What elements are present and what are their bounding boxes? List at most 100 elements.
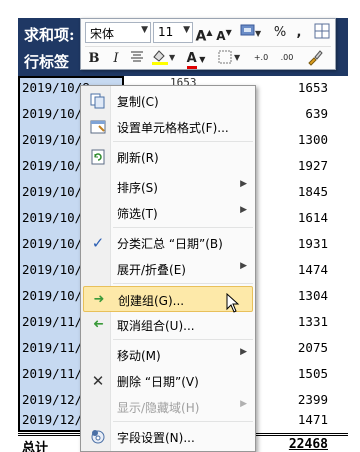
row-date-cell[interactable]: 2019/10/: [22, 184, 82, 199]
row-value-cell[interactable]: 1300: [258, 132, 328, 147]
menu-item-ungroup[interactable]: ➜ 取消组合(U)...: [83, 312, 253, 338]
row-value-cell[interactable]: 1653: [258, 80, 328, 95]
increase-decimal-button[interactable]: +.0: [249, 48, 273, 69]
menu-item-format-cells[interactable]: 设置单元格格式(F)...: [83, 114, 253, 140]
row-value-cell[interactable]: 2075: [258, 340, 328, 355]
shrink-font-button[interactable]: A▼: [215, 22, 233, 43]
font-name-dropdown[interactable]: 宋体 ▼: [85, 22, 151, 43]
format-painter-brush-button[interactable]: [303, 48, 327, 69]
row-date-cell[interactable]: 2019/10/: [22, 236, 82, 251]
mini-toolbar: 宋体 ▼ 11 ▼ A▲ A▼ ▼ % , B I ▼ A ▼ ▼ +.0 .0…: [80, 18, 336, 70]
menu-separator: [113, 141, 253, 142]
menu-item-copy[interactable]: 复制(C): [83, 88, 253, 114]
percent-button[interactable]: %: [271, 22, 289, 43]
row-date-cell[interactable]: 2019/11/: [22, 314, 82, 329]
row-date-cell[interactable]: 2019/12/: [22, 392, 82, 407]
comma-button[interactable]: ,: [291, 22, 307, 43]
row-value-cell[interactable]: 1505: [258, 366, 328, 381]
row-date-cell[interactable]: 2019/11/: [22, 340, 82, 355]
ungroup-arrow-icon: ➜: [92, 317, 104, 332]
delete-x-icon: ✕: [91, 372, 105, 390]
accounting-format-icon: ▼: [240, 24, 262, 38]
toolbar-divider: [85, 46, 331, 47]
decrease-decimal-button[interactable]: .00: [275, 48, 299, 69]
menu-separator: [113, 227, 253, 228]
svg-text:▼: ▼: [169, 53, 176, 62]
row-date-cell[interactable]: 2019/10/: [22, 106, 82, 121]
row-label-header[interactable]: 行标签: [24, 51, 69, 72]
submenu-arrow-icon: ▶: [240, 399, 247, 409]
center-align-button[interactable]: [127, 48, 147, 69]
menu-item-filter[interactable]: 筛选(T) ▶: [83, 200, 253, 226]
decrease-decimal-icon: .00: [280, 53, 294, 62]
row-date-cell[interactable]: 2019/11/: [22, 366, 82, 381]
borders-button[interactable]: ▼: [215, 48, 245, 69]
row-value-cell[interactable]: 1471: [258, 412, 328, 427]
row-value-cell[interactable]: 1845: [258, 184, 328, 199]
mouse-pointer-icon: [226, 293, 240, 313]
fill-color-button[interactable]: ▼: [149, 48, 179, 69]
menu-item-delete-date[interactable]: ✕ 删除 “日期”(V): [83, 368, 253, 394]
menu-item-label: 移动(M): [117, 349, 161, 363]
menu-item-label: 分类汇总 “日期”(B): [117, 237, 223, 251]
field-settings-icon: [89, 428, 107, 446]
menu-item-subtotal-date[interactable]: ✓ 分类汇总 “日期”(B): [83, 230, 253, 256]
row-date-cell[interactable]: 2019/10/: [22, 132, 82, 147]
refresh-icon: [89, 148, 107, 166]
row-value-cell[interactable]: 1331: [258, 314, 328, 329]
row-date-cell[interactable]: 2019/10/: [22, 288, 82, 303]
menu-item-label: 刷新(R): [117, 151, 159, 165]
submenu-arrow-icon: ▶: [240, 261, 247, 271]
menu-item-label: 创建组(G)...: [118, 294, 185, 308]
menu-separator: [113, 421, 253, 422]
accounting-format-button[interactable]: ▼: [237, 22, 267, 43]
total-label: 总计: [22, 441, 49, 452]
paintbrush-icon: [308, 50, 323, 66]
menu-item-label: 显示/隐藏域(H): [117, 401, 200, 415]
row-value-cell[interactable]: 639: [258, 106, 328, 121]
row-date-cell[interactable]: 2019/10/: [22, 210, 82, 225]
total-value: 22468: [288, 437, 328, 452]
menu-item-label: 删除 “日期”(V): [117, 375, 199, 389]
font-size-dropdown[interactable]: 11 ▼: [153, 22, 193, 43]
row-date-cell[interactable]: 2019/12/: [22, 412, 82, 427]
menu-item-move[interactable]: 移动(M) ▶: [83, 342, 253, 368]
sum-header[interactable]: 求和项:: [24, 24, 75, 45]
submenu-arrow-icon: ▶: [240, 205, 247, 215]
menu-item-label: 设置单元格格式(F)...: [117, 121, 229, 135]
chevron-down-icon: ▼: [141, 25, 148, 35]
row-date-cell[interactable]: 2019/10/: [22, 262, 82, 277]
increase-decimal-icon: +.0: [253, 53, 269, 62]
bold-button[interactable]: B: [85, 48, 103, 69]
menu-item-expand-collapse[interactable]: 展开/折叠(E) ▶: [83, 256, 253, 282]
grid-icon: [314, 23, 330, 39]
format-cells-icon: [89, 118, 107, 136]
menu-item-sort[interactable]: 排序(S) ▶: [83, 174, 253, 200]
menu-separator: [113, 339, 253, 340]
menu-item-refresh[interactable]: 刷新(R): [83, 144, 253, 170]
group-arrow-icon: ➜: [93, 292, 105, 307]
menu-item-label: 排序(S): [117, 181, 158, 195]
menu-item-label: 字段设置(N)...: [117, 431, 195, 445]
grow-font-icon: A: [195, 28, 207, 45]
row-value-cell[interactable]: 1474: [258, 262, 328, 277]
row-date-cell[interactable]: 2019/10/: [22, 158, 82, 173]
row-value-cell[interactable]: 1614: [258, 210, 328, 225]
row-value-cell[interactable]: 1927: [258, 158, 328, 173]
svg-text:▼: ▼: [234, 53, 241, 62]
menu-item-field-settings[interactable]: 字段设置(N)...: [83, 424, 253, 450]
grow-font-button[interactable]: A▲: [195, 22, 213, 45]
row-value-cell[interactable]: 2399: [258, 392, 328, 407]
italic-button[interactable]: I: [107, 48, 125, 69]
row-value-cell[interactable]: 1304: [258, 288, 328, 303]
font-size-value: 11: [158, 25, 174, 39]
menu-item-label: 展开/折叠(E): [117, 263, 186, 277]
paint-bucket-icon: ▼: [152, 50, 176, 65]
svg-text:▼: ▼: [255, 29, 262, 38]
font-color-button[interactable]: A ▼: [181, 48, 211, 69]
row-value-cell[interactable]: 1931: [258, 236, 328, 251]
menu-item-show-hide-fields: 显示/隐藏域(H) ▶: [83, 394, 253, 420]
menu-item-label: 筛选(T): [117, 207, 158, 221]
format-painter-button[interactable]: [311, 22, 333, 43]
border-icon: ▼: [218, 50, 241, 64]
